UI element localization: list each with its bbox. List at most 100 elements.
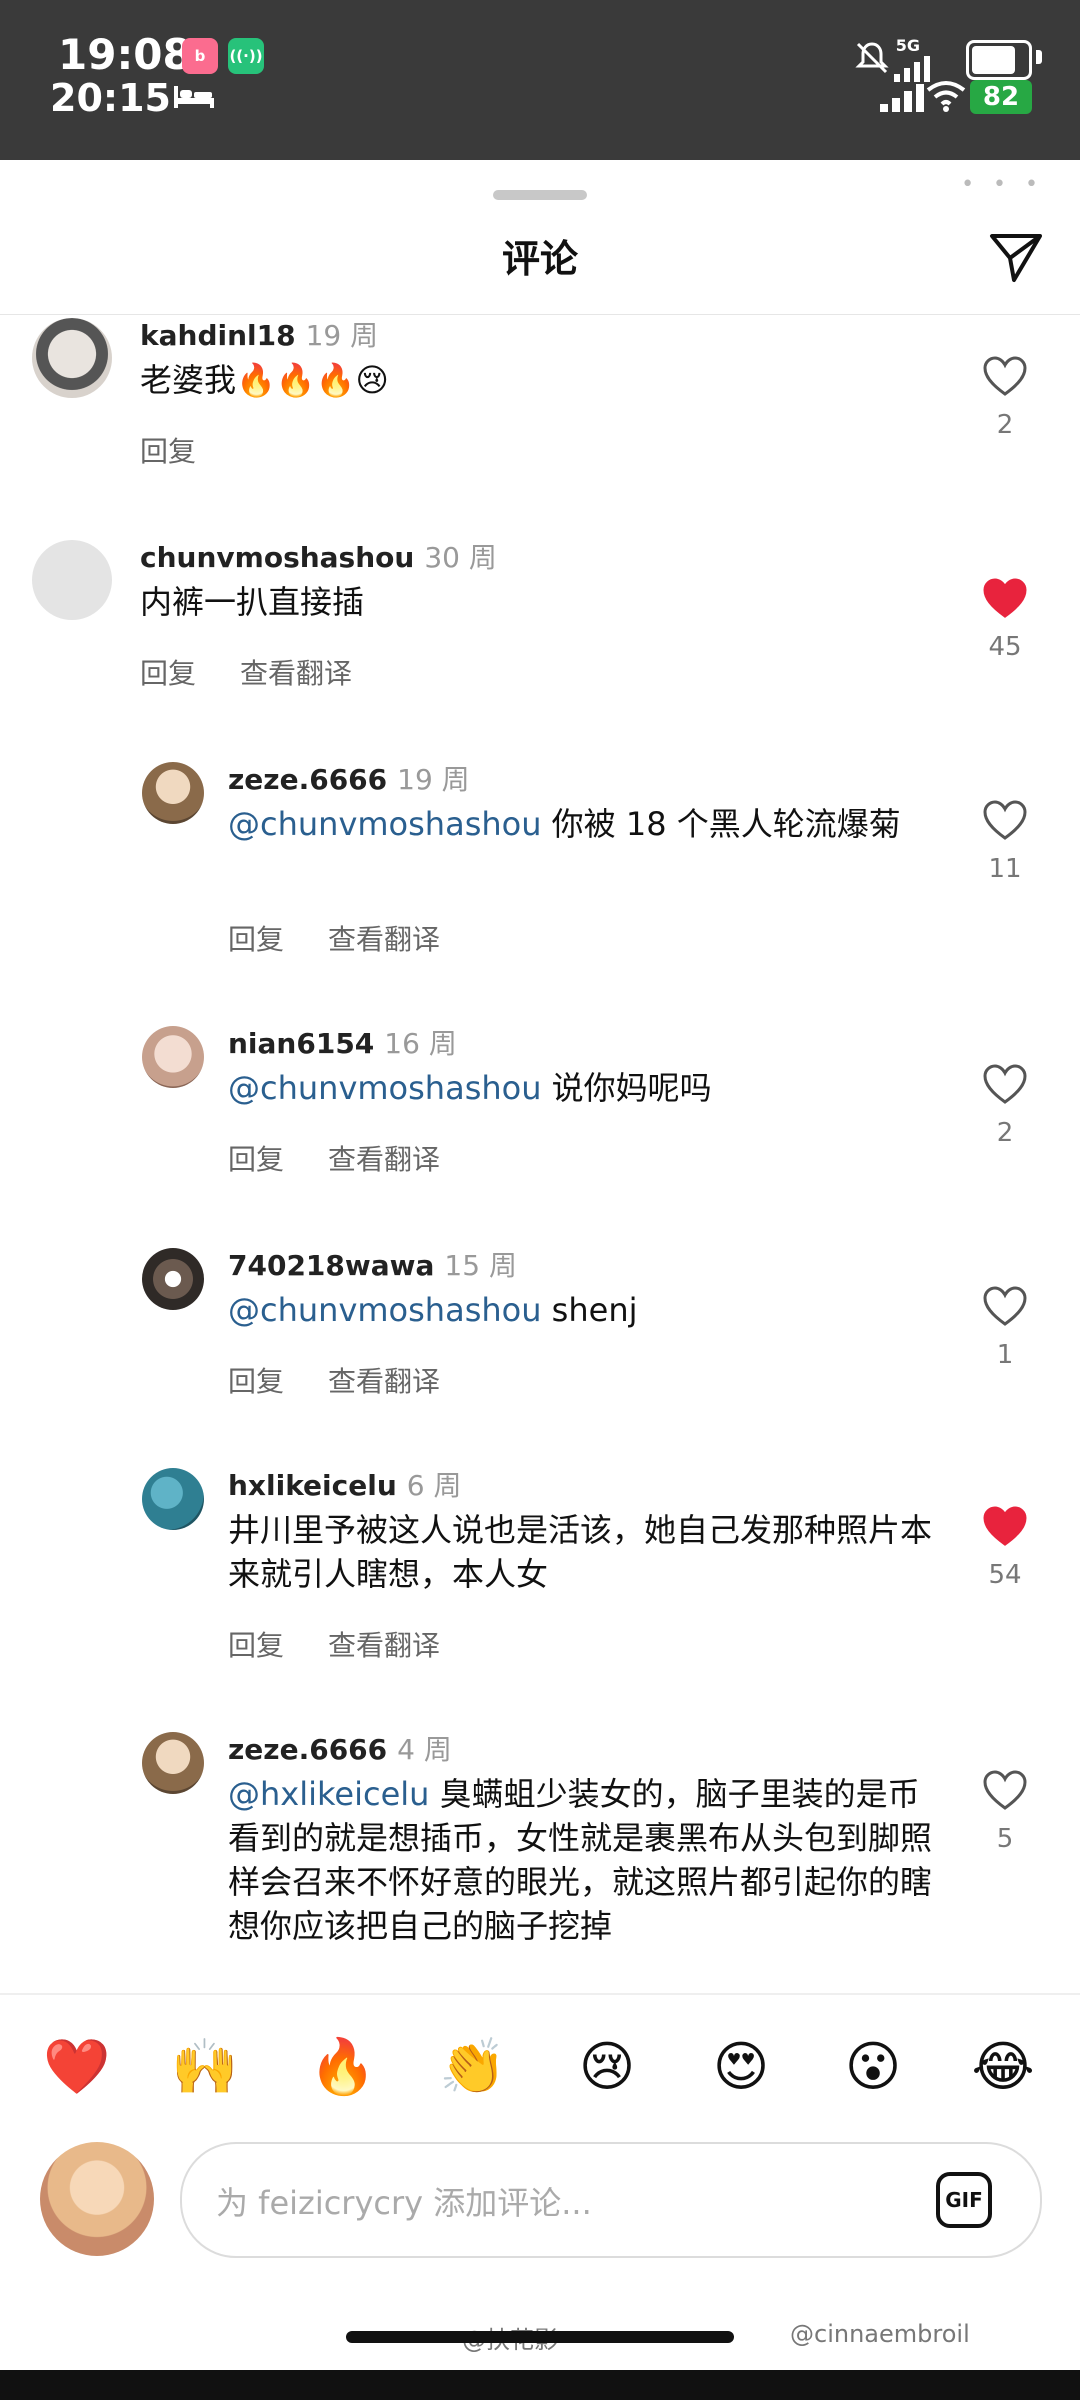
reply-button[interactable]: 回复: [228, 923, 284, 956]
reply-button[interactable]: 回复: [140, 435, 196, 468]
reply-button[interactable]: 回复: [228, 1629, 284, 1662]
heart-icon: [983, 1770, 1027, 1810]
battery-cap: [1036, 50, 1042, 64]
see-translation-button[interactable]: 查看翻译: [328, 923, 440, 956]
heart-icon: [983, 800, 1027, 840]
like-count: 54: [988, 1560, 1022, 1590]
bilibili-notification-icon: b: [182, 38, 218, 74]
battery-fill: [972, 46, 1016, 74]
avatar[interactable]: [142, 1732, 204, 1794]
heart-icon: [983, 1286, 1027, 1326]
like-count: 2: [996, 410, 1014, 440]
clapping-hands-emoji[interactable]: 👏: [436, 2030, 510, 2104]
fire-emoji[interactable]: 🔥: [306, 2030, 380, 2104]
comment-username[interactable]: 740218wawa: [228, 1249, 434, 1282]
share-icon[interactable]: [988, 228, 1044, 284]
network-label: 5G: [895, 36, 920, 55]
comment-text: 井川里予被这人说也是活该，她自己发那种照片本来就引人瞎想，本人女: [228, 1508, 948, 1596]
like-button[interactable]: 5: [972, 1770, 1038, 1854]
comment-actions: 回复 查看翻译: [228, 1360, 484, 1400]
red-heart-emoji[interactable]: ❤️: [40, 2030, 114, 2104]
comment-header: kahdinl18 19 周: [140, 314, 378, 354]
comment-text: @chunvmoshashou 说你妈呢吗: [228, 1066, 928, 1110]
like-button[interactable]: 54: [972, 1506, 1038, 1590]
comment-age: 15 周: [444, 1249, 517, 1282]
battery-percentage: 82: [970, 80, 1032, 114]
heart-icon: [983, 1064, 1027, 1104]
more-options-icon[interactable]: • • •: [961, 172, 1044, 197]
comment-mention[interactable]: @chunvmoshashou: [228, 1291, 542, 1329]
compose-divider: [0, 1993, 1080, 1995]
status-time-primary: 19:08: [58, 30, 192, 79]
comment-username[interactable]: zeze.6666: [228, 1733, 387, 1766]
comment-actions: 回复 查看翻译: [140, 652, 396, 692]
comment-body: 内裤一扒直接插: [140, 583, 365, 621]
wifi-icon: [926, 81, 966, 112]
comment-input[interactable]: 为 feizicrycry 添加评论... GIF: [180, 2142, 1042, 2258]
comment-mention[interactable]: @hxlikeicelu: [228, 1775, 429, 1813]
comment-username[interactable]: chunvmoshashou: [140, 541, 414, 574]
comment-username[interactable]: hxlikeicelu: [228, 1469, 397, 1502]
comment-input-placeholder: 为 feizicrycry 添加评论...: [216, 2184, 592, 2222]
avatar[interactable]: [32, 318, 112, 398]
heart-icon: [983, 1506, 1027, 1546]
comment-text: @hxlikeicelu 臭螨蛆少装女的，脑子里装的是币看到的就是想插币，女性就…: [228, 1772, 948, 1948]
raised-hands-emoji[interactable]: 🙌: [168, 2030, 242, 2104]
bottom-strip: [0, 2370, 1080, 2400]
comment-age: 30 周: [424, 541, 497, 574]
comment-header: 740218wawa 15 周: [228, 1244, 517, 1284]
reply-button[interactable]: 回复: [140, 657, 196, 690]
comment-body: shenj: [541, 1291, 638, 1329]
avatar[interactable]: [142, 1026, 204, 1088]
like-count: 1: [996, 1340, 1014, 1370]
like-count: 11: [988, 854, 1022, 884]
bed-icon: [174, 86, 214, 108]
comment-actions: 回复 查看翻译: [228, 1138, 484, 1178]
avatar[interactable]: [142, 1468, 204, 1530]
comment-text: 内裤一扒直接插: [140, 580, 940, 624]
surprised-face-emoji[interactable]: 😮: [836, 2030, 910, 2104]
see-translation-button[interactable]: 查看翻译: [328, 1629, 440, 1662]
comment-age: 6 周: [406, 1469, 462, 1502]
like-button[interactable]: 2: [972, 356, 1038, 440]
comment-mention[interactable]: @chunvmoshashou: [228, 1069, 542, 1107]
avatar[interactable]: [32, 540, 112, 620]
avatar[interactable]: [142, 1248, 204, 1310]
drag-handle[interactable]: [493, 190, 587, 200]
comment-header: hxlikeicelu 6 周: [228, 1464, 461, 1504]
comment-age: 19 周: [397, 763, 470, 796]
like-button[interactable]: 45: [972, 578, 1038, 662]
avatar: [40, 2142, 154, 2256]
avatar[interactable]: [142, 762, 204, 824]
tears-of-joy-emoji[interactable]: 😂: [966, 2030, 1040, 2104]
crying-face-emoji[interactable]: 😢: [570, 2030, 644, 2104]
reply-button[interactable]: 回复: [228, 1143, 284, 1176]
comment-age: 16 周: [384, 1027, 457, 1060]
comment-username[interactable]: zeze.6666: [228, 763, 387, 796]
gif-button[interactable]: GIF: [936, 2172, 992, 2228]
comment-actions: 回复 查看翻译: [228, 918, 484, 958]
reply-button[interactable]: 回复: [228, 1365, 284, 1398]
comment-mention[interactable]: @chunvmoshashou: [228, 805, 542, 843]
like-button[interactable]: 1: [972, 1286, 1038, 1370]
see-translation-button[interactable]: 查看翻译: [240, 657, 352, 690]
comment-actions: 回复: [140, 430, 240, 470]
status-bar: 19:08 20:15 b ((·)) 5G 82: [0, 0, 1080, 160]
heart-icon: [983, 356, 1027, 396]
heart-icon: [983, 578, 1027, 618]
comment-text: @chunvmoshashou 你被 18 个黑人轮流爆菊: [228, 802, 928, 846]
emoji-quick-bar: ❤️ 🙌 🔥 👏 😢 😍 😮 😂: [0, 2030, 1080, 2104]
home-indicator[interactable]: [346, 2331, 734, 2343]
cell-signal-icon: [894, 56, 930, 82]
comment-header: zeze.6666 4 周: [228, 1728, 452, 1768]
see-translation-button[interactable]: 查看翻译: [328, 1143, 440, 1176]
comment-username[interactable]: nian6154: [228, 1027, 374, 1060]
battery-icon: [966, 40, 1032, 80]
see-translation-button[interactable]: 查看翻译: [328, 1365, 440, 1398]
comment-username[interactable]: kahdinl18: [140, 319, 296, 352]
like-button[interactable]: 11: [972, 800, 1038, 884]
comment-actions: 回复 查看翻译: [228, 1624, 484, 1664]
status-time-secondary: 20:15: [50, 76, 171, 120]
like-button[interactable]: 2: [972, 1064, 1038, 1148]
heart-eyes-emoji[interactable]: 😍: [704, 2030, 778, 2104]
